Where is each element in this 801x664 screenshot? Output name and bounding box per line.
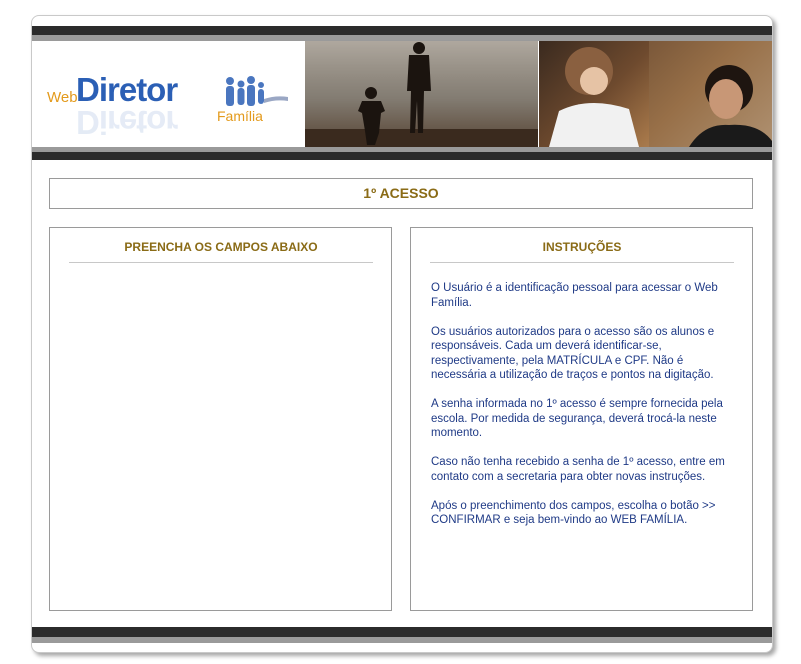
- instructions-heading: INSTRUÇÕES: [430, 238, 734, 263]
- instruction-paragraph: O Usuário é a identificação pessoal para…: [431, 282, 718, 309]
- logo-familia-text: Família: [217, 108, 263, 124]
- web-diretor-logo: Web Diretor Diretor Família: [32, 41, 305, 147]
- beach-photo: [305, 41, 538, 147]
- family-photo: [539, 41, 772, 147]
- footer-stripe-grey: [32, 637, 772, 643]
- instruction-paragraph: A senha informada no 1º acesso é sempre …: [431, 398, 723, 439]
- beach-silhouette-image: [305, 41, 538, 147]
- header-banner: Web Diretor Diretor Família: [32, 41, 772, 147]
- page-title: 1º ACESSO: [363, 185, 439, 201]
- instruction-paragraph: Caso não tenha recebido a senha de 1º ac…: [431, 456, 725, 483]
- mother-daughter-image: [549, 41, 772, 147]
- instruction-paragraph: Após o preenchimento dos campos, escolha…: [431, 499, 716, 527]
- instructions-panel: INSTRUÇÕES O Usuário é a identificação p…: [410, 227, 753, 611]
- page-frame: Web Diretor Diretor Família 1º ACESSO PR…: [31, 15, 773, 653]
- logo-reflection: Diretor: [76, 104, 178, 141]
- header-stripe-dark: [32, 26, 772, 35]
- form-panel-heading: PREENCHA OS CAMPOS ABAIXO: [69, 238, 373, 263]
- banner-stripe-dark: [32, 152, 772, 160]
- page-title-box: 1º ACESSO: [49, 178, 753, 209]
- instruction-paragraph: Os usuários autorizados para o acesso sã…: [431, 325, 715, 382]
- instructions-text: O Usuário é a identificação pessoal para…: [431, 281, 736, 542]
- form-panel: PREENCHA OS CAMPOS ABAIXO: [49, 227, 392, 611]
- family-figures-icon: [226, 76, 288, 106]
- footer-stripe-dark: [32, 627, 772, 637]
- logo-web-text: Web: [47, 89, 78, 106]
